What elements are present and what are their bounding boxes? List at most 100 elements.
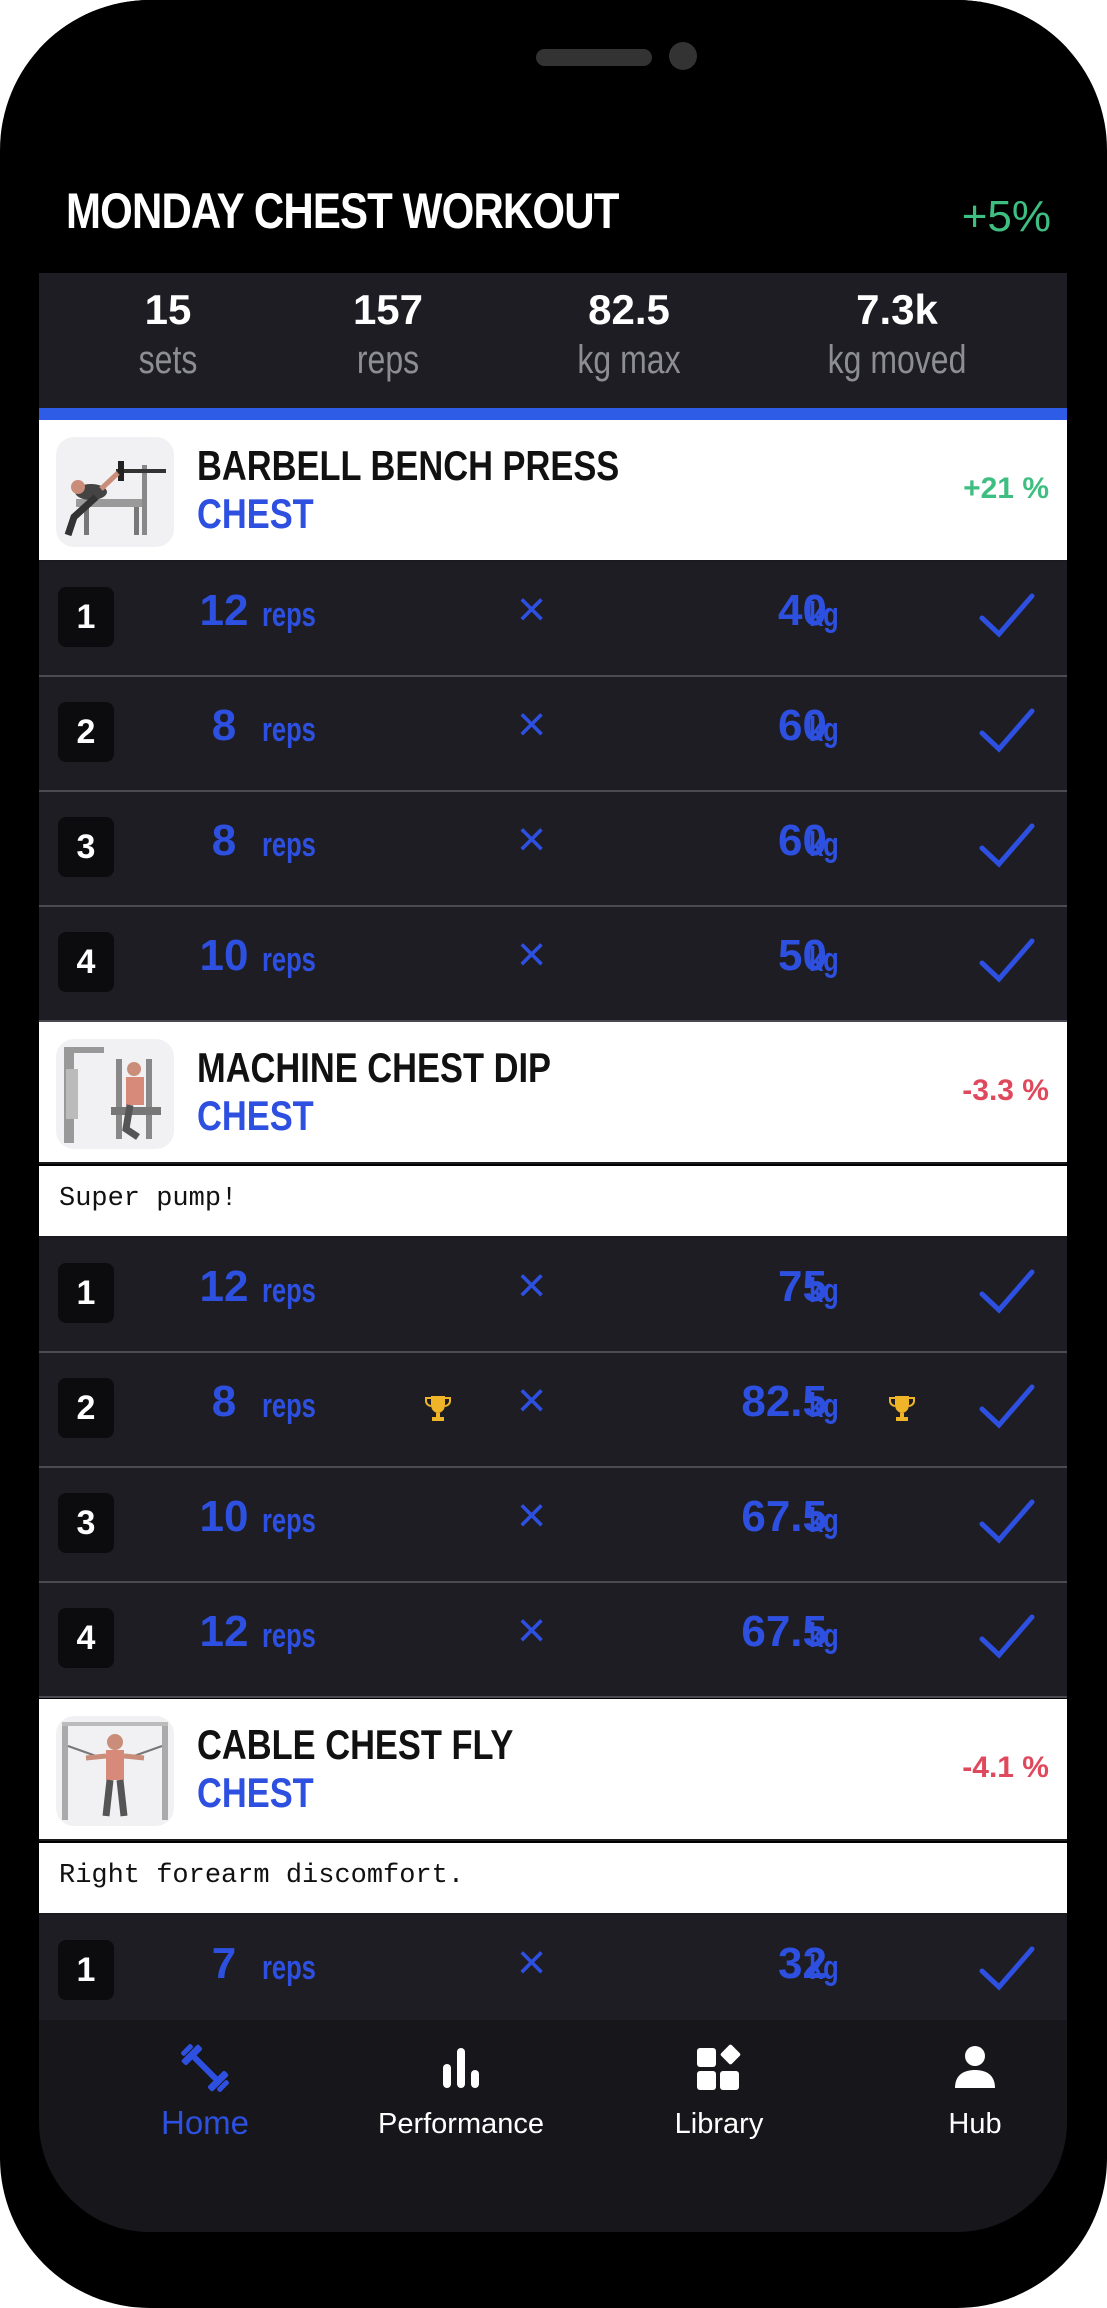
checkmark-icon[interactable] xyxy=(979,822,1035,868)
exercise-name: MACHINE CHEST DIP xyxy=(197,1044,551,1091)
cable-fly-thumbnail xyxy=(56,1716,174,1826)
reps-unit: reps xyxy=(262,941,316,979)
exercise-change: -3.3 % xyxy=(962,1074,1049,1107)
reps-value[interactable]: 8 xyxy=(194,701,254,751)
exercise-muscle: CHEST xyxy=(197,1769,314,1816)
workout-title: MONDAY CHEST WORKOUT xyxy=(66,183,619,239)
times-icon: × xyxy=(517,1487,547,1543)
reps-value[interactable]: 12 xyxy=(194,1262,254,1312)
weight-unit: kg xyxy=(809,1949,839,1987)
exercise-header-machine-chest-dip[interactable]: MACHINE CHEST DIP CHEST -3.3 % xyxy=(39,1022,1067,1164)
exercise-name: BARBELL BENCH PRESS xyxy=(197,442,620,489)
nav-label: Home xyxy=(160,2104,250,2141)
set-number: 4 xyxy=(58,932,114,992)
library-grid-icon xyxy=(697,2044,741,2090)
checkmark-icon[interactable] xyxy=(979,1945,1035,1991)
reps-value[interactable]: 8 xyxy=(194,1377,254,1427)
exercise-change: -4.1 % xyxy=(962,1751,1049,1784)
reps-unit: reps xyxy=(262,1272,316,1310)
exercise-header-bench-press[interactable]: BARBELL BENCH PRESS CHEST +21 % xyxy=(39,420,1067,562)
set-row[interactable]: 3 8 reps × 60 kg xyxy=(39,792,1067,907)
set-row[interactable]: 2 8 reps × 82.5 kg xyxy=(39,1353,1067,1468)
reps-unit: reps xyxy=(262,596,316,634)
reps-value[interactable]: 10 xyxy=(194,931,254,981)
set-number: 3 xyxy=(58,1493,114,1553)
stat-label: kg moved xyxy=(827,338,967,382)
reps-value[interactable]: 7 xyxy=(194,1939,254,1989)
exercise-note[interactable]: Super pump! xyxy=(39,1166,1067,1238)
set-row[interactable]: 1 12 reps × 40 kg xyxy=(39,562,1067,677)
times-icon: × xyxy=(517,1372,547,1428)
person-icon xyxy=(955,2046,995,2088)
checkmark-icon[interactable] xyxy=(979,1498,1035,1544)
stat-value: 157 xyxy=(352,286,424,333)
reps-unit: reps xyxy=(262,711,316,749)
exercise-muscle: CHEST xyxy=(197,1092,314,1139)
exercise-note[interactable]: Right forearm discomfort. xyxy=(39,1843,1067,1915)
weight-unit: kg xyxy=(809,1502,839,1540)
stat-value: 7.3k xyxy=(856,286,938,333)
set-row[interactable]: 2 8 reps × 60 kg xyxy=(39,677,1067,792)
checkmark-icon[interactable] xyxy=(979,937,1035,983)
times-icon: × xyxy=(517,811,547,867)
reps-unit: reps xyxy=(262,1387,316,1425)
set-number: 1 xyxy=(58,1263,114,1323)
nav-item-home[interactable]: Home xyxy=(105,2040,305,2142)
set-number: 4 xyxy=(58,1608,114,1668)
nav-item-performance[interactable]: Performance xyxy=(361,2040,561,2141)
set-number: 1 xyxy=(58,1940,114,2000)
app-screen: MONDAY CHEST WORKOUT +5% 15 sets 157 rep… xyxy=(39,0,1067,2232)
set-row[interactable]: 3 10 reps × 67.5 kg xyxy=(39,1468,1067,1583)
phone-frame: MONDAY CHEST WORKOUT +5% 15 sets 157 rep… xyxy=(0,0,1107,2308)
set-number: 3 xyxy=(58,817,114,877)
stat-kg-max: 82.5 kg max xyxy=(529,273,729,383)
times-icon: × xyxy=(517,696,547,752)
checkmark-icon[interactable] xyxy=(979,1383,1035,1429)
chest-dip-thumbnail xyxy=(56,1039,174,1149)
dumbbell-icon xyxy=(181,2044,229,2092)
nav-label: Hub xyxy=(948,2108,1002,2140)
times-icon: × xyxy=(517,1602,547,1658)
weight-record-trophy-icon xyxy=(889,1396,915,1421)
note-text: Super pump! xyxy=(59,1184,238,1214)
bar-chart-icon xyxy=(443,2048,479,2088)
reps-value[interactable]: 12 xyxy=(194,1607,254,1657)
weight-unit: kg xyxy=(809,711,839,749)
exercise-header-cable-chest-fly[interactable]: CABLE CHEST FLY CHEST -4.1 % xyxy=(39,1699,1067,1841)
speaker-grille xyxy=(536,49,652,66)
times-icon: × xyxy=(517,926,547,982)
workout-stats-bar: 15 sets 157 reps 82.5 kg max 7.3k kg mov… xyxy=(39,273,1067,420)
workout-change: +5% xyxy=(961,192,1051,241)
reps-unit: reps xyxy=(262,826,316,864)
set-number: 1 xyxy=(58,587,114,647)
checkmark-icon[interactable] xyxy=(979,1268,1035,1314)
bottom-navigation: Home Performance Library Hub xyxy=(39,2020,1067,2232)
note-text: Right forearm discomfort. xyxy=(59,1861,465,1891)
nav-item-library[interactable]: Library xyxy=(619,2040,819,2141)
times-icon: × xyxy=(517,1934,547,1990)
weight-unit: kg xyxy=(809,1387,839,1425)
reps-unit: reps xyxy=(262,1949,316,1987)
stat-kg-moved: 7.3k kg moved xyxy=(797,273,997,383)
reps-value[interactable]: 10 xyxy=(194,1492,254,1542)
set-row[interactable]: 4 10 reps × 50 kg xyxy=(39,907,1067,1022)
checkmark-icon[interactable] xyxy=(979,1613,1035,1659)
reps-unit: reps xyxy=(262,1617,316,1655)
weight-unit: kg xyxy=(809,1272,839,1310)
nav-label: Performance xyxy=(377,2108,544,2140)
stat-reps: 157 reps xyxy=(288,273,488,383)
stat-label: kg max xyxy=(577,338,681,382)
checkmark-icon[interactable] xyxy=(979,592,1035,638)
nav-item-hub[interactable]: Hub xyxy=(875,2040,1067,2141)
reps-value[interactable]: 12 xyxy=(194,586,254,636)
set-row[interactable]: 4 12 reps × 67.5 kg xyxy=(39,1583,1067,1698)
checkmark-icon[interactable] xyxy=(979,707,1035,753)
set-row[interactable]: 1 7 reps × 32 kg xyxy=(39,1915,1067,2030)
stat-value: 82.5 xyxy=(588,286,670,333)
stat-label: sets xyxy=(138,338,198,382)
set-number: 2 xyxy=(58,702,114,762)
stat-sets: 15 sets xyxy=(68,273,268,383)
times-icon: × xyxy=(517,1257,547,1313)
set-row[interactable]: 1 12 reps × 75 kg xyxy=(39,1238,1067,1353)
reps-value[interactable]: 8 xyxy=(194,816,254,866)
